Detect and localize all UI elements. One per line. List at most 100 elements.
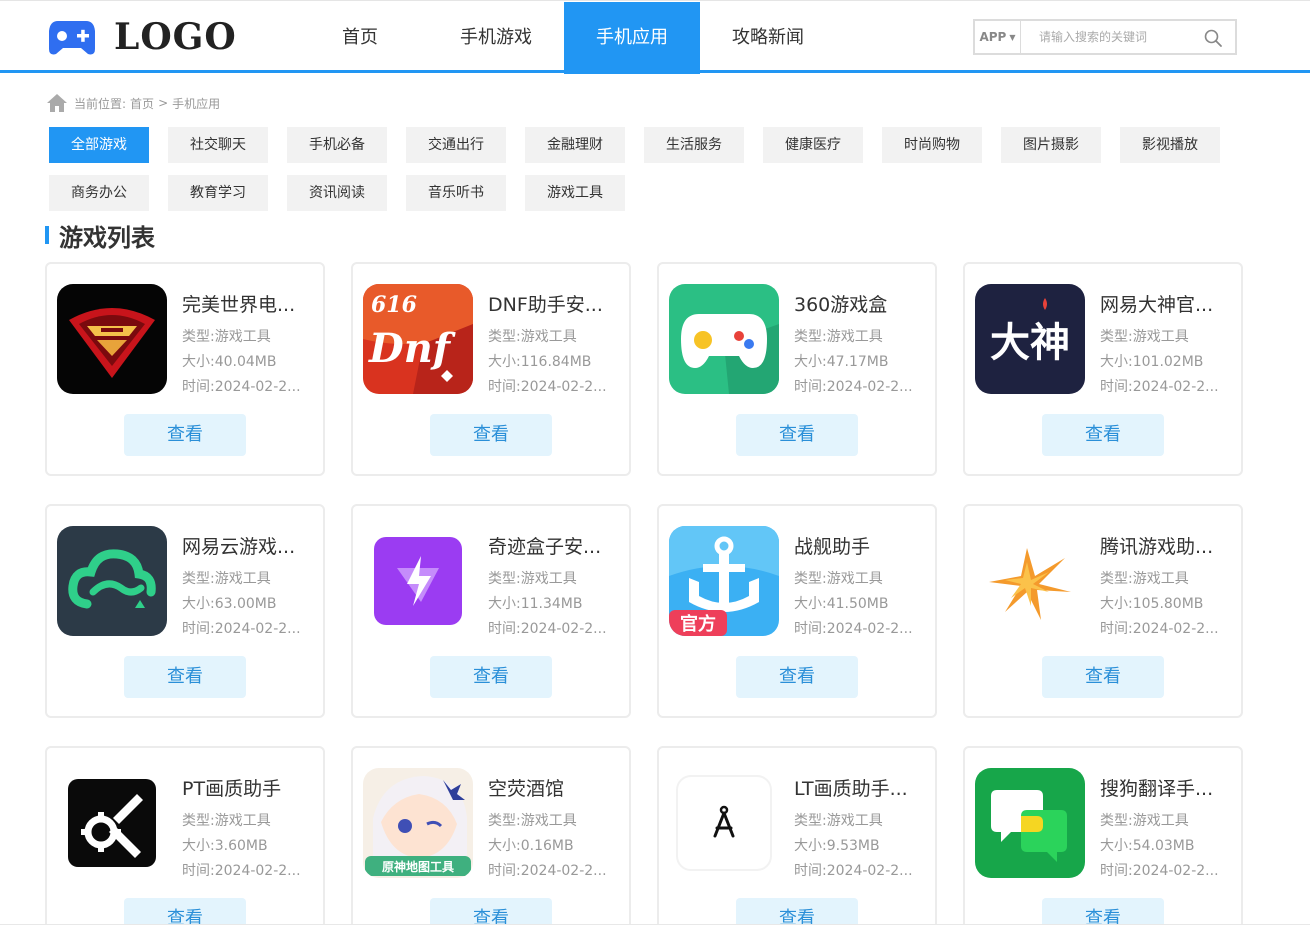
category-chip[interactable]: 金融理财 (525, 127, 625, 163)
app-card[interactable]: 大神 网易大神官... 类型:游戏工具 大小:101.02MB 时间:2024-… (963, 262, 1243, 476)
dashen-icon: 大神 (975, 284, 1085, 394)
app-size: 大小:105.80MB (1100, 596, 1204, 612)
category-chip[interactable]: 生活服务 (644, 127, 744, 163)
category-chip[interactable]: 图片摄影 (1001, 127, 1101, 163)
breadcrumb-current: 手机应用 (172, 96, 221, 111)
app-time: 时间:2024-02-2... (794, 379, 913, 395)
logo-text: LOGO (114, 16, 237, 58)
wrench-gear-icon (57, 768, 167, 878)
category-chip[interactable]: 资讯阅读 (287, 175, 387, 211)
svg-text:616: 616 (371, 292, 417, 318)
app-type: 类型:游戏工具 (488, 813, 577, 829)
app-size: 大小:40.04MB (182, 354, 277, 370)
svg-text:大神: 大神 (990, 320, 1070, 366)
app-type: 类型:游戏工具 (488, 329, 577, 345)
app-name[interactable]: 腾讯游戏助... (1100, 532, 1230, 559)
category-chip[interactable]: 教育学习 (168, 175, 268, 211)
category-chip[interactable]: 手机必备 (287, 127, 387, 163)
breadcrumb-prefix: 当前位置: (74, 96, 127, 111)
app-name[interactable]: 网易云游戏... (182, 532, 312, 559)
category-chip-all[interactable]: 全部游戏 (49, 127, 149, 163)
search-bar: APP ▼ (973, 19, 1237, 55)
app-type: 类型:游戏工具 (1100, 571, 1189, 587)
app-type: 类型:游戏工具 (182, 813, 271, 829)
breadcrumb-separator: > (158, 96, 169, 110)
app-size: 大小:101.02MB (1100, 354, 1204, 370)
view-button[interactable]: 查看 (430, 414, 552, 456)
category-chip[interactable]: 社交聊天 (168, 127, 268, 163)
view-button[interactable]: 查看 (736, 656, 858, 698)
app-type: 类型:游戏工具 (488, 571, 577, 587)
app-size: 大小:63.00MB (182, 596, 277, 612)
app-name[interactable]: PT画质助手 (182, 774, 312, 801)
app-time: 时间:2024-02-2... (488, 621, 607, 637)
app-card[interactable]: 616 Dnf DNF助手安... 类型:游戏工具 大小:116.84MB 时间… (351, 262, 631, 476)
logo[interactable]: LOGO (48, 16, 237, 58)
compass-icon (669, 768, 779, 878)
app-size: 大小:0.16MB (488, 838, 574, 854)
app-name[interactable]: 奇迹盒子安... (488, 532, 618, 559)
app-name[interactable]: 网易大神官... (1100, 290, 1230, 317)
view-button[interactable]: 查看 (124, 414, 246, 456)
category-chip[interactable]: 音乐听书 (406, 175, 506, 211)
app-card[interactable]: PT画质助手 类型:游戏工具 大小:3.60MB 时间:2024-02-2...… (45, 746, 325, 937)
app-size: 大小:3.60MB (182, 838, 268, 854)
category-chip[interactable]: 影视播放 (1120, 127, 1220, 163)
view-button[interactable]: 查看 (1042, 414, 1164, 456)
search-input[interactable] (1021, 22, 1191, 52)
category-chip[interactable]: 商务办公 (49, 175, 149, 211)
category-chip[interactable]: 时尚购物 (882, 127, 982, 163)
search-type-select[interactable]: APP ▼ (975, 21, 1021, 53)
app-time: 时间:2024-02-2... (182, 621, 301, 637)
section-title: 游戏列表 (45, 219, 155, 252)
app-name[interactable]: LT画质助手... (794, 774, 924, 801)
view-button[interactable]: 查看 (124, 656, 246, 698)
app-name[interactable]: 完美世界电... (182, 290, 312, 317)
category-chip[interactable]: 游戏工具 (525, 175, 625, 211)
nav-guides-news[interactable]: 攻略新闻 (700, 2, 836, 74)
app-card[interactable]: 奇迹盒子安... 类型:游戏工具 大小:11.34MB 时间:2024-02-2… (351, 504, 631, 718)
svg-text:官方: 官方 (680, 613, 716, 635)
app-card[interactable]: 搜狗翻译手... 类型:游戏工具 大小:54.03MB 时间:2024-02-2… (963, 746, 1243, 937)
app-time: 时间:2024-02-2... (1100, 379, 1219, 395)
app-name[interactable]: 搜狗翻译手... (1100, 774, 1230, 801)
category-chip[interactable]: 健康医疗 (763, 127, 863, 163)
app-type: 类型:游戏工具 (794, 329, 883, 345)
view-button[interactable]: 查看 (1042, 656, 1164, 698)
app-name[interactable]: 战舰助手 (794, 532, 924, 559)
app-size: 大小:47.17MB (794, 354, 889, 370)
gamepad-icon (669, 284, 779, 394)
app-type: 类型:游戏工具 (182, 571, 271, 587)
bottom-edge (0, 924, 1310, 937)
app-size: 大小:41.50MB (794, 596, 889, 612)
site-header: LOGO 首页 手机游戏 手机应用 攻略新闻 APP ▼ (0, 1, 1310, 74)
category-chip[interactable]: 交通出行 (406, 127, 506, 163)
warship-icon: 官方 (669, 526, 779, 636)
view-button[interactable]: 查看 (430, 656, 552, 698)
app-name[interactable]: 空荧酒馆 (488, 774, 618, 801)
app-time: 时间:2024-02-2... (794, 621, 913, 637)
app-card[interactable]: 原神地图工具 空荧酒馆 类型:游戏工具 大小:0.16MB 时间:2024-02… (351, 746, 631, 937)
dnf-icon: 616 Dnf (363, 284, 473, 394)
app-card[interactable]: 网易云游戏... 类型:游戏工具 大小:63.00MB 时间:2024-02-2… (45, 504, 325, 718)
translate-bubble-icon (975, 768, 1085, 878)
app-type: 类型:游戏工具 (1100, 813, 1189, 829)
app-name[interactable]: DNF助手安... (488, 290, 618, 317)
view-button[interactable]: 查看 (736, 414, 858, 456)
app-card[interactable]: 腾讯游戏助... 类型:游戏工具 大小:105.80MB 时间:2024-02-… (963, 504, 1243, 718)
title-accent-bar (45, 226, 49, 244)
app-name[interactable]: 360游戏盒 (794, 290, 924, 317)
nav-mobile-games[interactable]: 手机游戏 (428, 2, 564, 74)
app-card[interactable]: 完美世界电... 类型:游戏工具 大小:40.04MB 时间:2024-02-2… (45, 262, 325, 476)
app-card[interactable]: 360游戏盒 类型:游戏工具 大小:47.17MB 时间:2024-02-2..… (657, 262, 937, 476)
app-type: 类型:游戏工具 (794, 813, 883, 829)
breadcrumb: 当前位置: 首页 > 手机应用 (46, 93, 224, 113)
app-time: 时间:2024-02-2... (1100, 863, 1219, 879)
nav-home[interactable]: 首页 (292, 2, 428, 74)
app-card[interactable]: LT画质助手... 类型:游戏工具 大小:9.53MB 时间:2024-02-2… (657, 746, 937, 937)
search-icon[interactable] (1203, 28, 1223, 48)
app-card[interactable]: 官方 战舰助手 类型:游戏工具 大小:41.50MB 时间:2024-02-2.… (657, 504, 937, 718)
gamepad-logo-icon (49, 21, 95, 55)
breadcrumb-home-link[interactable]: 首页 (130, 95, 154, 112)
nav-mobile-apps[interactable]: 手机应用 (564, 2, 700, 74)
